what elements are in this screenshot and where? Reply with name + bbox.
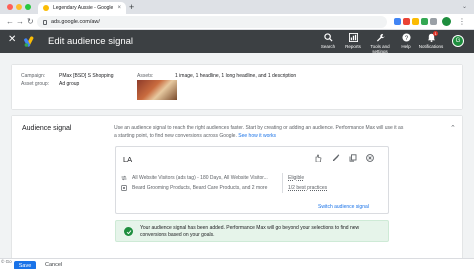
see-how-it-works-link[interactable]: See how it works [238,133,276,139]
row-divider [282,173,283,183]
success-banner: Your audience signal has been added. Per… [115,220,389,242]
campaign-label: Campaign: [21,73,46,79]
signal-name: LA [123,155,133,164]
check-circle-icon [124,227,133,236]
reports-icon [347,32,359,43]
extension-icon[interactable] [421,18,428,25]
asset-image-thumbnail [137,80,177,100]
extension-icon[interactable] [394,18,401,25]
google-ads-favicon-icon [43,5,49,11]
tab-search-chevron-icon[interactable]: ⌄ [462,3,467,10]
asset-group-value: Ad group [59,81,80,87]
wrench-icon [374,32,386,43]
best-practices-status[interactable]: 1/2 best practices [288,185,327,191]
audience-signal-card: Audience signal Use an audience signal t… [12,116,462,264]
close-icon[interactable]: ✕ [8,34,16,45]
switch-audience-signal-link[interactable]: Switch audience signal [318,204,369,210]
signal-row-text: All Website Visitors (ads tag) - 180 Day… [132,175,268,181]
address-bar[interactable]: ads.google.com/aw/ [37,16,387,28]
window-maximize-button[interactable] [25,4,31,10]
extension-icon[interactable] [412,18,419,25]
browser-toolbar: ← → ↻ ads.google.com/aw/ ⋮ [0,14,474,30]
copy-icon[interactable] [348,153,357,162]
footer-copyright-text: © Go [1,259,12,264]
help-label: Help [401,44,411,49]
back-icon[interactable]: ← [6,16,14,27]
extension-icon[interactable] [403,18,410,25]
tab-close-icon[interactable]: × [117,5,121,11]
signal-row-interests: Beard Grooming Products, Beard Care Prod… [121,185,267,191]
google-ads-logo-icon [24,36,34,47]
notifications-label: Notifications [418,44,444,49]
eligibility-status[interactable]: Eligible [288,175,304,181]
search-label: Search [320,44,336,49]
asset-group-label: Asset group: [21,81,50,87]
signal-row-website-visitors: All Website Visitors (ads tag) - 180 Day… [121,175,268,181]
success-message: Your audience signal has been added. Per… [140,225,360,238]
reload-icon[interactable]: ↻ [27,16,34,27]
collapse-chevron-up-icon[interactable]: ⌃ [450,124,456,132]
main-content: Campaign: PMax [BSD] S Shopping Asset gr… [0,53,474,269]
website-visitors-icon [121,175,127,181]
url-text[interactable]: ads.google.com/aw/ [51,19,100,25]
help-icon: ? [400,32,412,43]
interests-icon [121,185,127,191]
window-close-button[interactable] [7,4,13,10]
audience-signal-box: LA All Website Visitors (ads tag) - 180 … [115,146,389,214]
window-minimize-button[interactable] [16,4,22,10]
signal-row-text: Beard Grooming Products, Beard Care Prod… [132,185,268,191]
assets-value: 1 image, 1 headline, 1 long headline, an… [175,73,297,79]
forward-icon[interactable]: → [16,16,24,27]
audience-signal-heading: Audience signal [22,125,72,132]
asset-group-summary-card: Campaign: PMax [BSD] S Shopping Asset gr… [12,65,462,109]
extensions-puzzle-icon[interactable] [430,18,437,25]
browser-profile-avatar[interactable] [442,17,451,26]
svg-text:?: ? [404,35,408,42]
new-tab-button[interactable]: + [129,2,134,12]
tab-title: Legendary Aussie - Google Ads [53,5,114,11]
audience-signal-description: Use an audience signal to reach the righ… [114,125,404,140]
cancel-button[interactable]: Cancel [45,262,62,268]
lock-icon[interactable] [43,19,47,25]
search-icon [322,32,334,43]
notifications-button[interactable]: 1 Notifications [415,31,447,49]
signal-actions [314,153,374,162]
page-title: Edit audience signal [48,36,134,47]
menu-icon[interactable]: ⋮ [458,16,466,27]
notification-count-badge: 1 [433,31,439,36]
browser-tab-strip: Legendary Aussie - Google Ads × + ⌄ [0,0,474,14]
browser-tab[interactable]: Legendary Aussie - Google Ads × [38,2,126,14]
reports-label: Reports [345,44,361,49]
row-divider [282,183,283,193]
bottom-action-bar: © Go Save Cancel [0,258,474,269]
assets-label: Assets: [137,73,154,79]
campaign-value: PMax [BSD] S Shopping [59,73,114,79]
edit-pencil-icon[interactable] [331,153,340,162]
save-button[interactable]: Save [14,261,36,269]
remove-circle-x-icon[interactable] [365,153,374,162]
cursor-pointer-icon [314,153,323,162]
account-avatar[interactable]: G [452,35,464,47]
app-bar: ✕ Edit audience signal Search Reports To… [0,30,474,54]
